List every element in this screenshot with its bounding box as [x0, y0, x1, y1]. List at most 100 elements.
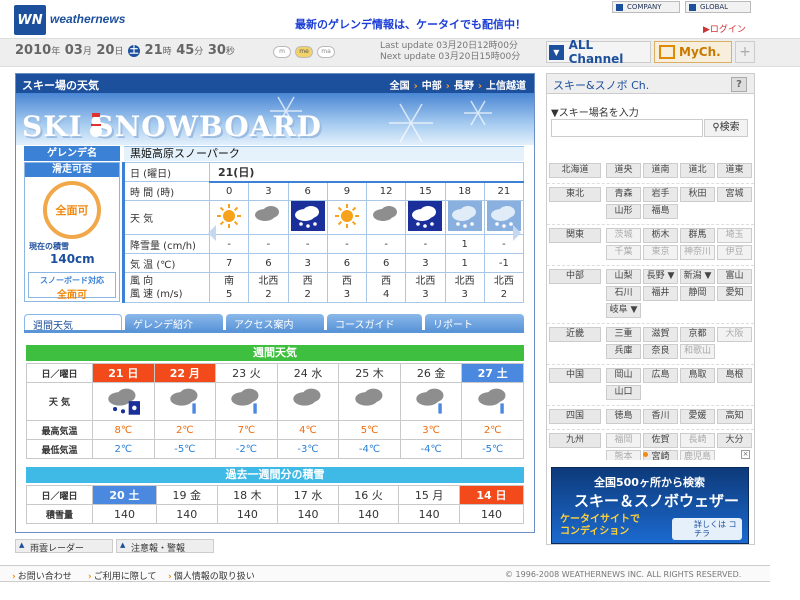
- prefecture-button[interactable]: 宮崎: [643, 450, 678, 460]
- previous-day-arrow-icon[interactable]: [208, 225, 216, 241]
- prefecture-button[interactable]: 佐賀: [643, 433, 678, 448]
- prefecture-button[interactable]: 高知: [717, 409, 752, 424]
- promo-text[interactable]: 最新のゲレンデ情報は、ケータイでも配信中！: [295, 16, 526, 32]
- tab-report[interactable]: リポート: [425, 314, 524, 331]
- my-channel-button[interactable]: MyCh.: [654, 41, 732, 63]
- next-update-label: Next update: [380, 52, 436, 62]
- crumb-nagano[interactable]: 長野: [454, 81, 474, 92]
- forecast-cell: -: [248, 234, 289, 254]
- prefecture-button[interactable]: 鳥取: [680, 368, 715, 383]
- hour-unit: 時: [162, 47, 172, 57]
- forecast-cell: 0: [208, 181, 250, 201]
- tab-weekly-weather[interactable]: 週間天気: [24, 314, 122, 332]
- region-name[interactable]: 九州: [549, 433, 601, 448]
- prefecture-button[interactable]: 長野 ▼: [643, 269, 678, 284]
- weekly-low-temp: -5℃: [153, 439, 217, 459]
- forecast-cell: 3: [248, 181, 289, 201]
- prefecture-button[interactable]: 石川: [606, 286, 641, 301]
- ski-weather-ad[interactable]: 全国500ヶ所から検索 スキー＆スノボウェザー ケータイサイトで コンディション …: [551, 467, 749, 544]
- row-label: 日 (曜日): [122, 162, 210, 182]
- prefecture-button[interactable]: 徳島: [606, 409, 641, 424]
- brand-name[interactable]: weathernews: [50, 12, 125, 26]
- prefecture-button[interactable]: 滋賀: [643, 327, 678, 342]
- prefecture-button[interactable]: 群馬: [680, 228, 715, 243]
- footer-privacy-link[interactable]: 個人情報の取り扱い: [168, 569, 255, 582]
- prefecture-button[interactable]: 広島: [643, 368, 678, 383]
- prefecture-button[interactable]: 青森: [606, 187, 641, 202]
- region-name[interactable]: 四国: [549, 409, 601, 424]
- ski-status-ring: 全面可: [43, 181, 101, 239]
- close-icon[interactable]: ×: [741, 450, 750, 459]
- weathernews-logo[interactable]: WN: [14, 5, 46, 35]
- tab-slope-intro[interactable]: ゲレンデ紹介: [125, 314, 223, 331]
- snowfall-day-header: 19 金: [155, 485, 218, 505]
- prefecture-button[interactable]: 岡山: [606, 368, 641, 383]
- prefecture-button[interactable]: 香川: [643, 409, 678, 424]
- region-name[interactable]: 東北: [549, 187, 601, 202]
- prefecture-button[interactable]: 静岡: [680, 286, 715, 301]
- prefecture-button[interactable]: 兵庫: [606, 344, 641, 359]
- region-name[interactable]: 近畿: [549, 327, 601, 342]
- prefecture-button[interactable]: 道東: [717, 163, 752, 178]
- weekly-day-header: 23 火: [215, 363, 278, 383]
- help-button[interactable]: ?: [731, 77, 747, 92]
- region-name[interactable]: 関東: [549, 228, 601, 243]
- prefecture-button[interactable]: 京都: [680, 327, 715, 342]
- prefecture-button[interactable]: 奈良: [643, 344, 678, 359]
- font-size-medium-button[interactable]: me: [295, 46, 313, 58]
- weekly-low-temp: -3℃: [276, 439, 340, 459]
- global-link[interactable]: GLOBAL: [685, 1, 751, 13]
- prefecture-button[interactable]: 島根: [717, 368, 752, 383]
- tab-course-guide[interactable]: コースガイド: [327, 314, 422, 331]
- snow-depth-label: 現在の積雪: [29, 242, 69, 251]
- weekly-day-header: 21 日: [92, 363, 155, 383]
- prefecture-button[interactable]: 福島: [643, 204, 678, 219]
- prefecture-button[interactable]: 三重: [606, 327, 641, 342]
- next-day-arrow-icon[interactable]: [513, 225, 521, 241]
- crumb-chubu[interactable]: 中部: [422, 81, 442, 92]
- prefecture-button[interactable]: 栃木: [643, 228, 678, 243]
- prefecture-button[interactable]: 新潟 ▼: [680, 269, 715, 284]
- snowfall-value: 140: [216, 504, 279, 524]
- table-row: 風 向風 速 (m/s) 南 5 北西 2 西 2 西 3 西 4 北西 3 北西 3 北西 2: [122, 272, 525, 303]
- font-size-large-button[interactable]: ma: [317, 46, 335, 58]
- crumb-national[interactable]: 全国: [390, 81, 410, 92]
- prefecture-button[interactable]: 道北: [680, 163, 715, 178]
- prefecture-button[interactable]: 山梨: [606, 269, 641, 284]
- prefecture-button[interactable]: 道央: [606, 163, 641, 178]
- region-name[interactable]: 北海道: [549, 163, 601, 178]
- prefecture-button[interactable]: 山形: [606, 204, 641, 219]
- prefecture-button[interactable]: 大分: [717, 433, 752, 448]
- prefecture-button[interactable]: 富山: [717, 269, 752, 284]
- weather-warnings-link[interactable]: 注意報・警報: [116, 539, 214, 554]
- region-row: 近畿 三重 滋賀 京都 大阪 兵庫 奈良 和歌山: [547, 324, 754, 365]
- wind-direction: 西: [381, 275, 392, 287]
- search-button[interactable]: ⚲検索: [704, 119, 748, 137]
- region-list: 北海道 道央 道南 道北 道東 東北 青森 岩手 秋田 宮城 山形 福島 関東 茨城 栃木 群馬 埼玉 千葉 東京神…: [547, 160, 754, 460]
- footer-contact-link[interactable]: お問い合わせ: [12, 569, 72, 582]
- all-channel-button[interactable]: ▼ ALL Channel: [546, 38, 651, 66]
- prefecture-button[interactable]: 宮城: [717, 187, 752, 202]
- region-name[interactable]: 中国: [549, 368, 601, 383]
- prefecture-button[interactable]: 愛媛: [680, 409, 715, 424]
- font-size-small-button[interactable]: m: [273, 46, 291, 58]
- footer-terms-link[interactable]: ご利用に際して: [88, 569, 157, 582]
- prefecture-list: 福岡 佐賀 長崎 大分 熊本 宮崎 鹿児島: [606, 433, 754, 460]
- ski-resort-search-input[interactable]: [551, 119, 703, 137]
- region-name[interactable]: 中部: [549, 269, 601, 284]
- rain-radar-link[interactable]: 雨雲レーダー: [15, 539, 113, 554]
- weekly-day-header: 26 金: [399, 363, 463, 383]
- wind-direction: 北西: [454, 275, 475, 287]
- prefecture-button[interactable]: 道南: [643, 163, 678, 178]
- company-link[interactable]: COMPANY: [612, 1, 680, 13]
- prefecture-button[interactable]: 愛知: [717, 286, 752, 301]
- tab-access[interactable]: アクセス案内: [226, 314, 324, 331]
- add-channel-button[interactable]: +: [735, 41, 755, 63]
- prefecture-button[interactable]: 岐阜 ▼: [606, 303, 641, 318]
- prefecture-button[interactable]: 山口: [606, 385, 641, 400]
- login-link[interactable]: ▶ログイン: [703, 22, 746, 35]
- prefecture-button[interactable]: 秋田: [680, 187, 715, 202]
- prefecture-button[interactable]: 岩手: [643, 187, 678, 202]
- ad-details-button[interactable]: 詳しくは コチラ: [672, 518, 742, 540]
- prefecture-button[interactable]: 福井: [643, 286, 678, 301]
